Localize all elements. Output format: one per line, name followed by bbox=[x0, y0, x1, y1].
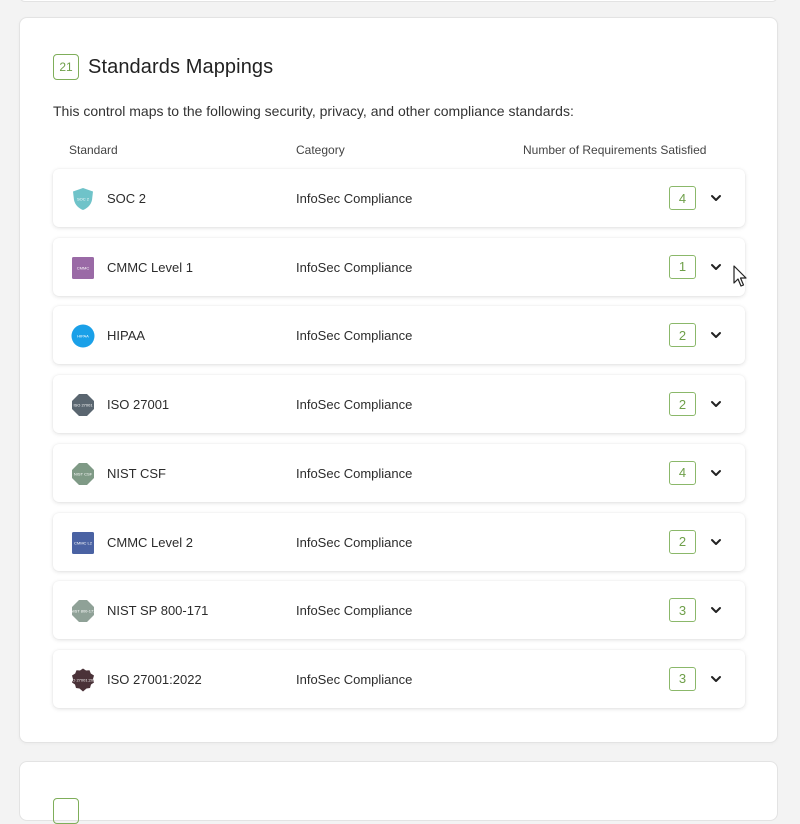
requirements-count-badge: 2 bbox=[669, 392, 696, 417]
standard-row[interactable]: NIST 800-171 NIST SP 800-171 InfoSec Compl… bbox=[53, 581, 745, 640]
standard-category: InfoSec Compliance bbox=[296, 465, 413, 481]
standard-row[interactable]: HIPAA HIPAA InfoSec Compliance 2 bbox=[53, 306, 745, 365]
logo-text: NIST CSF bbox=[74, 471, 93, 476]
logo-text: HIPAA bbox=[77, 334, 89, 339]
standard-row[interactable]: ISO 27001:2022 ISO 27001:2022 InfoSec Comp… bbox=[53, 649, 745, 708]
standard-name: NIST CSF bbox=[107, 465, 166, 481]
requirements-count-badge: 1 bbox=[669, 254, 696, 279]
logo-text: CMMC L2 bbox=[74, 540, 93, 545]
requirements-count-badge: 2 bbox=[669, 529, 696, 554]
standard-category: InfoSec Compliance bbox=[296, 259, 413, 275]
cmmc-level2-icon: CMMC L2 bbox=[72, 531, 94, 554]
standard-category: InfoSec Compliance bbox=[296, 603, 413, 619]
section-title: Standards Mappings bbox=[88, 55, 274, 78]
logo-text: SOC 2 bbox=[77, 197, 90, 202]
standard-name: HIPAA bbox=[107, 328, 146, 344]
nist-800-171-icon: NIST 800-171 bbox=[71, 600, 95, 623]
column-header-requirements[interactable]: Number of Requirements Satisfied bbox=[523, 143, 706, 157]
standard-row[interactable]: SOC 2 SOC 2 InfoSec Compliance 4 bbox=[53, 169, 745, 227]
requirements-count-badge: 2 bbox=[669, 323, 696, 348]
chevron-down-icon[interactable] bbox=[708, 466, 724, 480]
standard-category: InfoSec Compliance bbox=[296, 397, 413, 413]
standard-row[interactable]: CMMC L2 CMMC Level 2 InfoSec Compliance 2 bbox=[53, 512, 745, 571]
standard-category: InfoSec Compliance bbox=[296, 191, 413, 206]
hipaa-icon: HIPAA bbox=[71, 324, 95, 348]
chevron-down-icon[interactable] bbox=[708, 603, 724, 617]
soc2-shield-icon: SOC 2 bbox=[73, 188, 93, 210]
standard-name: ISO 27001 bbox=[107, 397, 170, 413]
logo-text: ISO 27001 bbox=[73, 403, 93, 408]
standard-row[interactable]: NIST CSF NIST CSF InfoSec Compliance 4 bbox=[53, 443, 745, 502]
requirements-count-badge: 3 bbox=[669, 598, 696, 623]
standard-category: InfoSec Compliance bbox=[296, 328, 413, 344]
chevron-down-icon[interactable] bbox=[708, 672, 724, 686]
column-header-standard[interactable]: Standard bbox=[69, 143, 118, 157]
chevron-down-icon[interactable] bbox=[708, 397, 724, 411]
logo-text: CMMC bbox=[77, 265, 90, 270]
standard-name: NIST SP 800-171 bbox=[107, 603, 209, 619]
standard-category: InfoSec Compliance bbox=[296, 671, 413, 687]
chevron-down-icon[interactable] bbox=[708, 328, 724, 342]
standard-row[interactable]: ISO 27001 ISO 27001 InfoSec Compliance 2 bbox=[53, 375, 745, 434]
requirements-count-badge: 4 bbox=[669, 460, 696, 485]
requirements-count-badge: 3 bbox=[669, 666, 696, 691]
standard-row[interactable]: CMMC CMMC Level 1 InfoSec Compliance 1 bbox=[53, 237, 745, 296]
next-card-badge bbox=[53, 798, 79, 824]
next-card bbox=[19, 761, 778, 824]
logo-text: NIST 800-171 bbox=[71, 609, 95, 614]
logo-text: ISO 27001:2022 bbox=[71, 677, 95, 682]
card-header: 21 Standards Mappings bbox=[53, 54, 273, 80]
chevron-down-icon[interactable] bbox=[708, 535, 724, 549]
cmmc-level1-icon: CMMC bbox=[72, 256, 94, 279]
standards-mappings-card: 21 Standards Mappings This control maps … bbox=[19, 17, 778, 743]
nist-csf-icon: NIST CSF bbox=[72, 462, 94, 485]
standard-category: InfoSec Compliance bbox=[296, 534, 413, 550]
section-count-badge: 21 bbox=[53, 54, 79, 80]
standard-name: SOC 2 bbox=[107, 191, 147, 206]
iso27001-icon: ISO 27001 bbox=[72, 394, 94, 417]
standard-name: ISO 27001:2022 bbox=[107, 671, 202, 687]
standard-name: CMMC Level 2 bbox=[107, 534, 193, 550]
section-description: This control maps to the following secur… bbox=[53, 103, 574, 119]
iso27001-2022-icon: ISO 27001:2022 bbox=[71, 668, 95, 692]
column-header-category[interactable]: Category bbox=[296, 143, 345, 157]
standard-name: CMMC Level 1 bbox=[107, 259, 193, 275]
previous-card-edge bbox=[19, 0, 778, 2]
mouse-cursor-icon bbox=[733, 265, 747, 287]
chevron-down-icon[interactable] bbox=[708, 191, 724, 205]
chevron-down-icon[interactable] bbox=[708, 260, 724, 274]
requirements-count-badge: 4 bbox=[669, 186, 696, 210]
